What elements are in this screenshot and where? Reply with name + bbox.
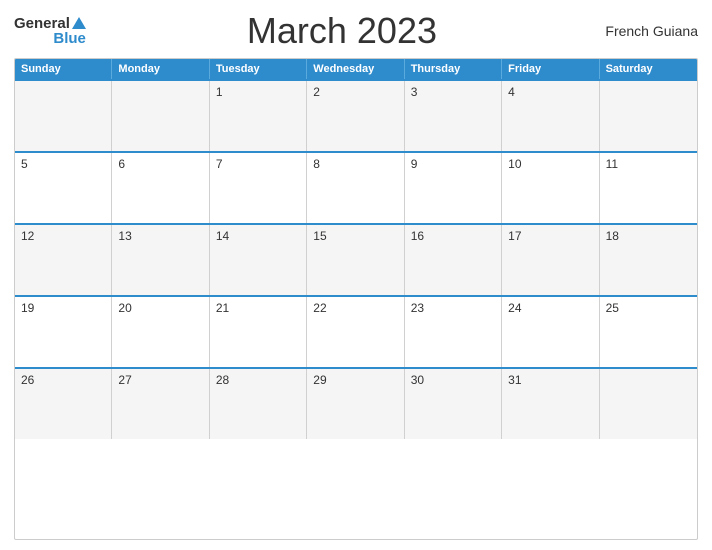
calendar-header: Sunday Monday Tuesday Wednesday Thursday…: [15, 59, 697, 79]
day-number: 18: [606, 229, 619, 243]
calendar-title: March 2023: [86, 10, 598, 52]
cal-cell-w0-d3: 2: [307, 81, 404, 151]
day-number: 19: [21, 301, 34, 315]
cal-cell-w3-d1: 20: [112, 297, 209, 367]
calendar-week-2: 5 6 7 8 9 10 11: [15, 151, 697, 223]
header-sunday: Sunday: [15, 59, 112, 79]
cal-cell-w2-d1: 13: [112, 225, 209, 295]
calendar-week-3: 12 13 14 15 16 17 18: [15, 223, 697, 295]
cal-cell-w2-d4: 16: [405, 225, 502, 295]
cal-cell-w1-d3: 8: [307, 153, 404, 223]
calendar-week-5: 26 27 28 29 30 31: [15, 367, 697, 439]
day-number: 31: [508, 373, 521, 387]
calendar-week-4: 19 20 21 22 23 24 25: [15, 295, 697, 367]
cal-cell-w4-d2: 28: [210, 369, 307, 439]
day-number: 1: [216, 85, 223, 99]
day-number: 5: [21, 157, 28, 171]
cal-cell-w2-d6: 18: [600, 225, 697, 295]
cal-cell-w0-d5: 4: [502, 81, 599, 151]
day-number: 24: [508, 301, 521, 315]
day-number: 15: [313, 229, 326, 243]
day-number: 26: [21, 373, 34, 387]
cal-cell-w2-d2: 14: [210, 225, 307, 295]
day-number: 12: [21, 229, 34, 243]
day-number: 21: [216, 301, 229, 315]
cal-cell-w3-d5: 24: [502, 297, 599, 367]
cal-cell-w0-d0: [15, 81, 112, 151]
day-number: 27: [118, 373, 131, 387]
day-number: 29: [313, 373, 326, 387]
header: General Blue March 2023 French Guiana: [14, 10, 698, 52]
calendar: Sunday Monday Tuesday Wednesday Thursday…: [14, 58, 698, 540]
day-number: 9: [411, 157, 418, 171]
cal-cell-w4-d1: 27: [112, 369, 209, 439]
cal-cell-w0-d1: [112, 81, 209, 151]
cal-cell-w4-d3: 29: [307, 369, 404, 439]
cal-cell-w4-d6: [600, 369, 697, 439]
region-label: French Guiana: [598, 23, 698, 39]
header-saturday: Saturday: [600, 59, 697, 79]
cal-cell-w1-d4: 9: [405, 153, 502, 223]
cal-cell-w0-d6: [600, 81, 697, 151]
logo: General Blue: [14, 16, 86, 46]
day-number: 22: [313, 301, 326, 315]
day-number: 28: [216, 373, 229, 387]
page: General Blue March 2023 French Guiana Su…: [0, 0, 712, 550]
header-monday: Monday: [112, 59, 209, 79]
day-number: 17: [508, 229, 521, 243]
cal-cell-w3-d0: 19: [15, 297, 112, 367]
cal-cell-w1-d2: 7: [210, 153, 307, 223]
cal-cell-w4-d4: 30: [405, 369, 502, 439]
day-number: 23: [411, 301, 424, 315]
header-thursday: Thursday: [405, 59, 502, 79]
header-wednesday: Wednesday: [307, 59, 404, 79]
day-number: 30: [411, 373, 424, 387]
cal-cell-w4-d0: 26: [15, 369, 112, 439]
day-number: 7: [216, 157, 223, 171]
cal-cell-w4-d5: 31: [502, 369, 599, 439]
day-number: 16: [411, 229, 424, 243]
cal-cell-w0-d4: 3: [405, 81, 502, 151]
logo-blue-text: Blue: [53, 31, 86, 46]
day-number: 6: [118, 157, 125, 171]
logo-triangle-icon: [72, 17, 86, 29]
day-number: 25: [606, 301, 619, 315]
cal-cell-w1-d1: 6: [112, 153, 209, 223]
cal-cell-w2-d0: 12: [15, 225, 112, 295]
logo-general-text: General: [14, 16, 70, 31]
cal-cell-w2-d3: 15: [307, 225, 404, 295]
header-tuesday: Tuesday: [210, 59, 307, 79]
cal-cell-w2-d5: 17: [502, 225, 599, 295]
cal-cell-w0-d2: 1: [210, 81, 307, 151]
day-number: 4: [508, 85, 515, 99]
cal-cell-w3-d2: 21: [210, 297, 307, 367]
header-friday: Friday: [502, 59, 599, 79]
day-number: 8: [313, 157, 320, 171]
cal-cell-w3-d4: 23: [405, 297, 502, 367]
day-number: 10: [508, 157, 521, 171]
cal-cell-w3-d6: 25: [600, 297, 697, 367]
day-number: 14: [216, 229, 229, 243]
cal-cell-w1-d0: 5: [15, 153, 112, 223]
cal-cell-w3-d3: 22: [307, 297, 404, 367]
day-number: 2: [313, 85, 320, 99]
cal-cell-w1-d5: 10: [502, 153, 599, 223]
day-number: 20: [118, 301, 131, 315]
day-number: 3: [411, 85, 418, 99]
cal-cell-w1-d6: 11: [600, 153, 697, 223]
day-number: 13: [118, 229, 131, 243]
calendar-week-1: 1 2 3 4: [15, 79, 697, 151]
calendar-body: 1234567891011121314151617181920212223242…: [15, 79, 697, 439]
day-number: 11: [606, 157, 618, 171]
